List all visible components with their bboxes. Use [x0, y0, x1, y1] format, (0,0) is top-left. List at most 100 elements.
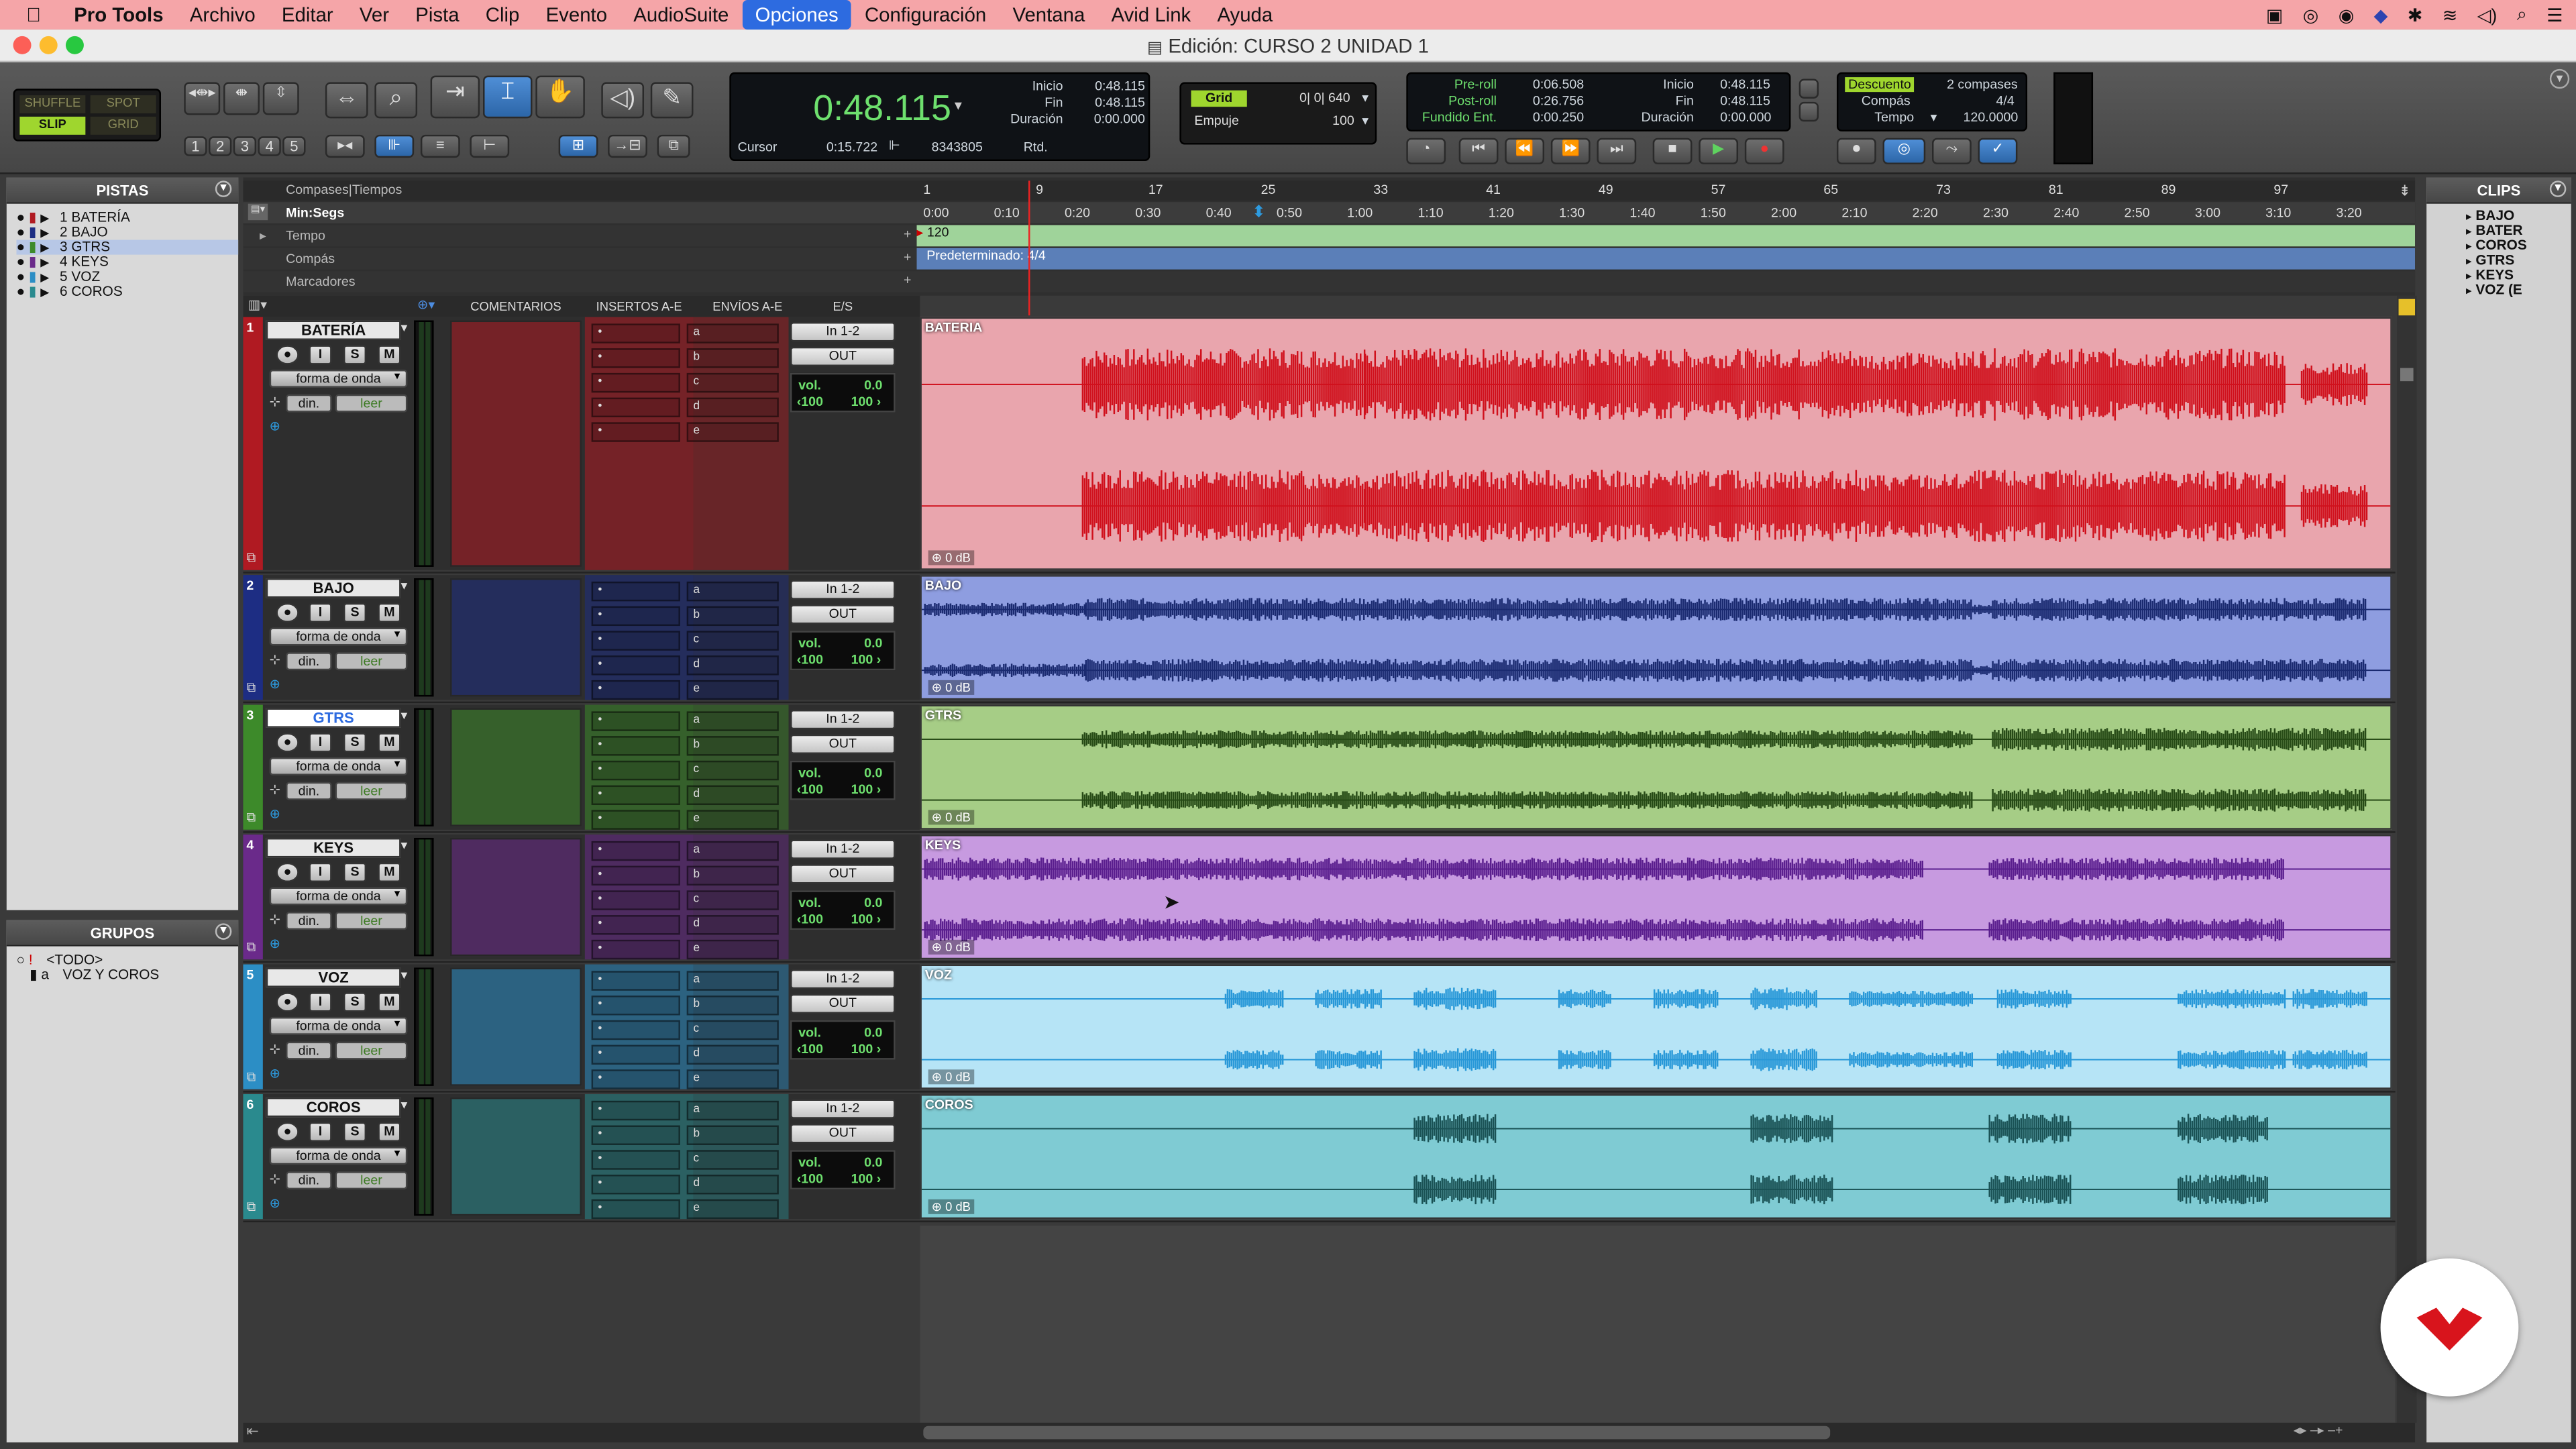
link-timeline-button[interactable]: ⊪	[374, 134, 415, 158]
tab-to-transient-button[interactable]: ▸◂	[325, 134, 365, 158]
record-enable-button[interactable]: ●	[276, 345, 299, 365]
track-name-field[interactable]: KEYS	[266, 837, 401, 858]
zoom-preset-4[interactable]: 4	[258, 136, 281, 156]
automation-mode-selector[interactable]: leer	[335, 1041, 408, 1060]
send-slot[interactable]: a	[686, 971, 779, 991]
conductor-button[interactable]: ⤳	[1932, 138, 1972, 164]
playlist-icon[interactable]: ⧉	[246, 680, 256, 696]
postroll-value[interactable]: 0:26.756	[1533, 94, 1584, 109]
send-slot[interactable]: a	[686, 581, 779, 602]
track-name-field[interactable]: GTRS	[266, 708, 401, 728]
volume-value[interactable]: 0.0	[864, 1155, 882, 1170]
track-visible-dot-icon[interactable]: ●	[16, 223, 25, 239]
input-monitor-button[interactable]: I	[309, 345, 332, 365]
send-slot[interactable]: e	[686, 1069, 779, 1089]
lane-expand-icon[interactable]: ⊕	[270, 1196, 280, 1211]
lane-expand-icon[interactable]: ⊕	[270, 1066, 280, 1081]
automation-param-selector[interactable]: din.	[286, 912, 332, 930]
track-expand-icon[interactable]: ▶	[40, 258, 49, 269]
send-slot[interactable]: b	[686, 606, 779, 627]
automation-param-selector[interactable]: din.	[286, 782, 332, 800]
counter-format-chevron-icon[interactable]: ▾	[955, 97, 962, 115]
insert-slot[interactable]: •	[591, 996, 680, 1016]
input-selector[interactable]: In 1-2	[790, 1099, 896, 1119]
track-expand-icon[interactable]: ▶	[40, 273, 49, 284]
meter-value[interactable]: 4/4	[1996, 94, 2015, 109]
preroll-label[interactable]: Pre-roll	[1415, 77, 1497, 92]
menu-editar[interactable]: Editar	[268, 0, 346, 30]
avid-icon[interactable]: ◆	[2374, 4, 2388, 25]
insert-slot[interactable]: •	[591, 711, 680, 731]
clip-gain-label[interactable]: ⊕ 0 dB	[928, 1199, 974, 1214]
send-slot[interactable]: d	[686, 655, 779, 676]
menu-pista[interactable]: Pista	[402, 0, 473, 30]
volume-value[interactable]: 0.0	[864, 765, 882, 780]
view-chevron-icon[interactable]: ▾	[394, 1017, 400, 1030]
tempo-expand-icon[interactable]: ▸	[260, 228, 266, 243]
insert-slot[interactable]: •	[591, 1175, 680, 1195]
volume-pan-display[interactable]: vol. 0.0 ‹100 100 ›	[790, 1020, 896, 1060]
send-slot[interactable]: b	[686, 996, 779, 1016]
link-selection-icon[interactable]	[1799, 78, 1819, 99]
send-slot[interactable]: a	[686, 1100, 779, 1121]
automation-mode-selector[interactable]: leer	[335, 782, 408, 800]
clip-expand-icon[interactable]: ▸	[2466, 241, 2472, 253]
clip-expand-icon[interactable]: ▸	[2466, 256, 2472, 268]
app-status-icon[interactable]: ▣	[2266, 4, 2283, 25]
zoom-preset-2[interactable]: 2	[209, 136, 232, 156]
send-slot[interactable]: d	[686, 785, 779, 806]
view-chevron-icon[interactable]: ▾	[394, 887, 400, 900]
sync-icon[interactable]: ◎	[2303, 4, 2319, 25]
mute-button[interactable]: M	[378, 862, 401, 883]
input-selector[interactable]: In 1-2	[790, 580, 896, 600]
lane-expand-icon[interactable]: ⊕	[270, 806, 280, 821]
automation-mode-selector[interactable]: leer	[335, 652, 408, 671]
pan-left-value[interactable]: ‹100	[797, 912, 823, 926]
track-name-chevron-icon[interactable]: ▾	[401, 838, 408, 853]
menu-ventana[interactable]: Ventana	[1000, 0, 1098, 30]
track-name-chevron-icon[interactable]: ▾	[401, 967, 408, 982]
record-button[interactable]: ●	[1744, 138, 1784, 164]
track-name-field[interactable]: COROS	[266, 1097, 401, 1118]
mirror-midi-button[interactable]: ⊞	[558, 134, 598, 158]
output-selector[interactable]: OUT	[790, 734, 896, 755]
zoom-in-vertical-button[interactable]: ⇳	[262, 82, 299, 115]
menu-avid-link[interactable]: Avid Link	[1098, 0, 1204, 30]
zoom-toggle-button[interactable]: ⇼	[223, 82, 260, 115]
vertical-zoom-icon[interactable]	[2398, 299, 2416, 316]
mute-button[interactable]: M	[378, 345, 401, 365]
postroll-label[interactable]: Post-roll	[1415, 94, 1497, 109]
insert-slot[interactable]: •	[591, 606, 680, 627]
send-slot[interactable]: b	[686, 736, 779, 756]
groups-menu-icon[interactable]: ▾	[215, 923, 232, 940]
view-chevron-icon[interactable]: ▾	[394, 1146, 400, 1160]
output-selector[interactable]: OUT	[790, 864, 896, 884]
preroll-value[interactable]: 0:06.508	[1533, 77, 1584, 92]
countoff-value[interactable]: 2 compases	[1947, 77, 2018, 92]
send-slot[interactable]: c	[686, 1020, 779, 1040]
counter-duracion-value[interactable]: 0:00.000	[1076, 112, 1145, 127]
horizontal-scroll-thumb[interactable]	[923, 1426, 1831, 1440]
grid-toggle[interactable]: Grid	[1191, 90, 1247, 107]
fast-forward-button[interactable]: ⏩	[1550, 138, 1591, 164]
send-slot[interactable]: b	[686, 1125, 779, 1145]
scroll-arrows-icon[interactable]: ◂▸ ‒▸ ‒+	[2294, 1423, 2343, 1438]
menu-protools[interactable]: Pro Tools	[61, 0, 177, 30]
playlist-icon[interactable]: ⧉	[246, 940, 256, 956]
zoom-out-horizontal-button[interactable]: ◂⇼▸	[184, 82, 221, 115]
comments-field[interactable]	[450, 578, 582, 697]
track-name-field[interactable]: BATERÍA	[266, 320, 401, 340]
selector-tool-icon[interactable]: ⌶	[483, 75, 533, 119]
output-selector[interactable]: OUT	[790, 346, 896, 367]
mute-button[interactable]: M	[378, 1122, 401, 1142]
solo-button[interactable]: S	[343, 862, 367, 883]
insert-slot[interactable]: •	[591, 323, 680, 343]
input-monitor-button[interactable]: I	[309, 733, 332, 753]
playlist-icon[interactable]: ⧉	[246, 550, 256, 566]
pan-left-value[interactable]: ‹100	[797, 1171, 823, 1186]
minsecs-menu-icon[interactable]: ▤▾	[248, 203, 268, 221]
send-slot[interactable]: d	[686, 397, 779, 418]
transport-fin-value[interactable]: 0:48.115	[1720, 94, 1770, 109]
volume-pan-display[interactable]: vol. 0.0 ‹100 100 ›	[790, 760, 896, 800]
insert-slot[interactable]: •	[591, 760, 680, 781]
